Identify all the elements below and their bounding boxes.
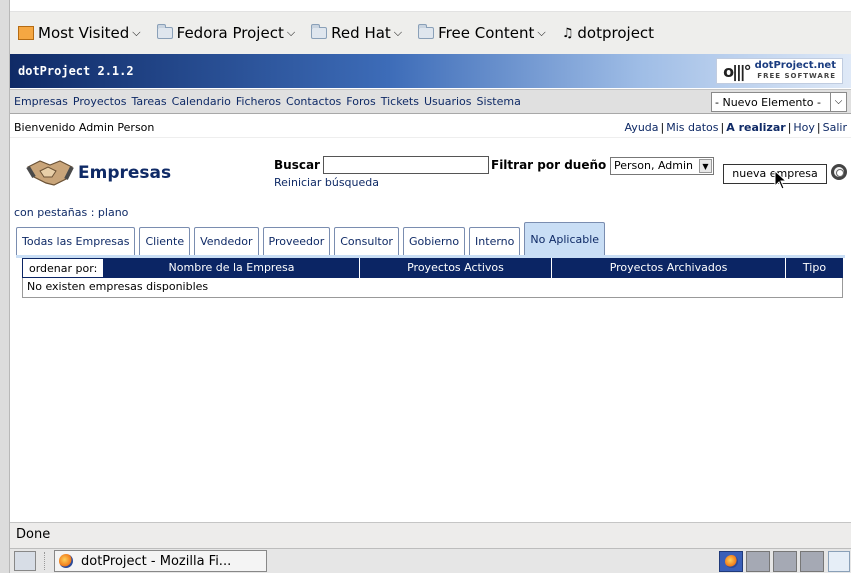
app-version: dotProject 2.1.2 xyxy=(18,64,134,78)
owner-filter-label: Filtrar por dueño xyxy=(491,158,607,172)
bookmark-fedora-project[interactable]: Fedora Project ⌵ xyxy=(156,24,296,42)
help-link[interactable]: Ayuda xyxy=(625,121,659,134)
menu-item-calendario[interactable]: Calendario xyxy=(172,95,231,108)
bookmark-label: Free Content xyxy=(438,24,535,42)
bookmark-label: Red Hat xyxy=(331,24,391,42)
my-data-link[interactable]: Mis datos xyxy=(666,121,718,134)
chevron-down-icon: ▼ xyxy=(699,159,712,173)
company-type-tabs: Todas las Empresas Cliente Vendedor Prov… xyxy=(16,222,609,255)
tray-firefox-icon[interactable] xyxy=(719,551,743,572)
menu-item-tickets[interactable]: Tickets xyxy=(381,95,419,108)
logo-subtitle: FREE SOFTWARE xyxy=(757,72,836,80)
todo-link[interactable]: A realizar xyxy=(726,121,785,134)
workspace-1-icon[interactable] xyxy=(746,551,770,572)
bookmarks-toolbar: Most Visited ⌵ Fedora Project ⌵ Red Hat … xyxy=(10,12,851,54)
window-left-edge xyxy=(0,0,10,573)
owner-filter-value: Person, Admin xyxy=(614,159,694,172)
tab-todas-las-empresas[interactable]: Todas las Empresas xyxy=(16,227,136,255)
table-empty-row: No existen empresas disponibles xyxy=(22,278,843,298)
show-desktop-icon[interactable] xyxy=(14,551,36,571)
reset-search-link[interactable]: Reiniciar búsqueda xyxy=(274,176,379,189)
separator: | xyxy=(720,121,725,134)
menu-item-foros[interactable]: Foros xyxy=(346,95,375,108)
help-lifebuoy-icon[interactable] xyxy=(831,164,847,180)
column-archived-projects[interactable]: Proyectos Archivados xyxy=(552,258,786,278)
welcome-bar: Bienvenido Admin Person Ayuda | Mis datos |… xyxy=(10,116,851,138)
sort-by-label: ordenar por: xyxy=(22,258,104,278)
taskbar-window-button[interactable]: dotProject - Mozilla Fi... xyxy=(54,550,267,572)
menu-item-proyectos[interactable]: Proyectos xyxy=(73,95,127,108)
bookmark-red-hat[interactable]: Red Hat ⌵ xyxy=(311,24,402,42)
bookmark-dotproject[interactable]: ♫ dotproject xyxy=(562,24,654,42)
folder-icon xyxy=(311,24,328,39)
menu-item-ficheros[interactable]: Ficheros xyxy=(236,95,281,108)
logo-name: dotProject.net xyxy=(754,60,836,71)
separator: | xyxy=(816,121,821,134)
search-input[interactable] xyxy=(323,156,489,174)
workspace-2-icon[interactable] xyxy=(773,551,797,572)
window-top-strip xyxy=(10,0,851,12)
app-header: dotProject 2.1.2 o|||° dotProject.net FR… xyxy=(10,54,851,88)
status-text: Done xyxy=(16,527,51,542)
menu-item-contactos[interactable]: Contactos xyxy=(286,95,341,108)
bookmark-free-content[interactable]: Free Content ⌵ xyxy=(418,24,546,42)
bookmark-label: Most Visited xyxy=(38,24,130,42)
bookmark-icon: ♫ xyxy=(561,25,574,41)
separator: | xyxy=(660,121,665,134)
search-label: Buscar xyxy=(274,158,320,172)
chevron-down-icon: ⌵ xyxy=(132,26,141,39)
separator xyxy=(44,552,46,570)
chevron-down-icon: ⌵ xyxy=(830,93,846,111)
handshake-icon xyxy=(26,160,74,186)
tab-vendedor[interactable]: Vendedor xyxy=(194,227,259,255)
dotproject-logo[interactable]: o|||° dotProject.net FREE SOFTWARE xyxy=(716,58,843,84)
menu-item-sistema[interactable]: Sistema xyxy=(477,95,521,108)
chevron-down-icon: ⌵ xyxy=(537,26,546,39)
browser-status-bar: Done xyxy=(10,522,851,548)
today-link[interactable]: Hoy xyxy=(793,121,815,134)
taskbar-window-label: dotProject - Mozilla Fi... xyxy=(81,553,232,569)
trash-icon[interactable] xyxy=(828,551,850,572)
new-element-select[interactable]: - Nuevo Elemento - ⌵ xyxy=(711,92,847,112)
tab-interno[interactable]: Interno xyxy=(469,227,521,255)
separator: | xyxy=(787,121,792,134)
mouse-cursor-icon xyxy=(774,170,788,190)
tab-gobierno[interactable]: Gobierno xyxy=(402,227,466,255)
companies-table: ordenar por: Nombre de la Empresa Proyec… xyxy=(22,258,843,298)
column-active-projects[interactable]: Proyectos Activos xyxy=(360,258,552,278)
menu-item-tareas[interactable]: Tareas xyxy=(131,95,166,108)
tabs-mode-toggle[interactable]: con pestañas : plano xyxy=(14,206,128,219)
tab-consultor[interactable]: Consultor xyxy=(334,227,399,255)
chevron-down-icon: ⌵ xyxy=(393,26,403,39)
most-visited-icon xyxy=(18,26,34,40)
tab-proveedor[interactable]: Proveedor xyxy=(262,227,331,255)
tab-no-aplicable[interactable]: No Aplicable xyxy=(524,222,606,255)
folder-icon xyxy=(418,24,435,39)
taskbar: dotProject - Mozilla Fi... xyxy=(10,548,851,573)
logo-text: dotProject.net FREE SOFTWARE xyxy=(755,61,836,81)
user-links: Ayuda | Mis datos | A realizar | Hoy | Salir xyxy=(625,121,847,134)
bookmark-label: dotproject xyxy=(577,24,655,42)
welcome-text: Bienvenido Admin Person xyxy=(14,121,155,134)
folder-icon xyxy=(156,24,173,39)
page-title: Empresas xyxy=(78,163,172,183)
firefox-icon xyxy=(59,554,73,568)
bookmark-label: Fedora Project xyxy=(176,24,284,42)
owner-filter-select[interactable]: Person, Admin ▼ xyxy=(610,157,714,175)
column-type[interactable]: Tipo xyxy=(786,258,843,278)
column-company-name[interactable]: Nombre de la Empresa xyxy=(104,258,360,278)
workspace-3-icon[interactable] xyxy=(800,551,824,572)
bookmark-most-visited[interactable]: Most Visited ⌵ xyxy=(18,24,141,42)
chevron-down-icon: ⌵ xyxy=(286,26,296,39)
new-element-value: - Nuevo Elemento - xyxy=(715,95,821,109)
logo-mark-icon: o|||° xyxy=(723,61,751,81)
page-header: Empresas Buscar Reiniciar búsqueda Filtr… xyxy=(10,140,851,200)
tab-cliente[interactable]: Cliente xyxy=(139,227,191,255)
logout-link[interactable]: Salir xyxy=(823,121,847,134)
main-menu: Empresas Proyectos Tareas Calendario Fic… xyxy=(10,89,851,114)
menu-item-empresas[interactable]: Empresas xyxy=(14,95,68,108)
table-header: ordenar por: Nombre de la Empresa Proyec… xyxy=(22,258,843,278)
menu-item-usuarios[interactable]: Usuarios xyxy=(424,95,472,108)
